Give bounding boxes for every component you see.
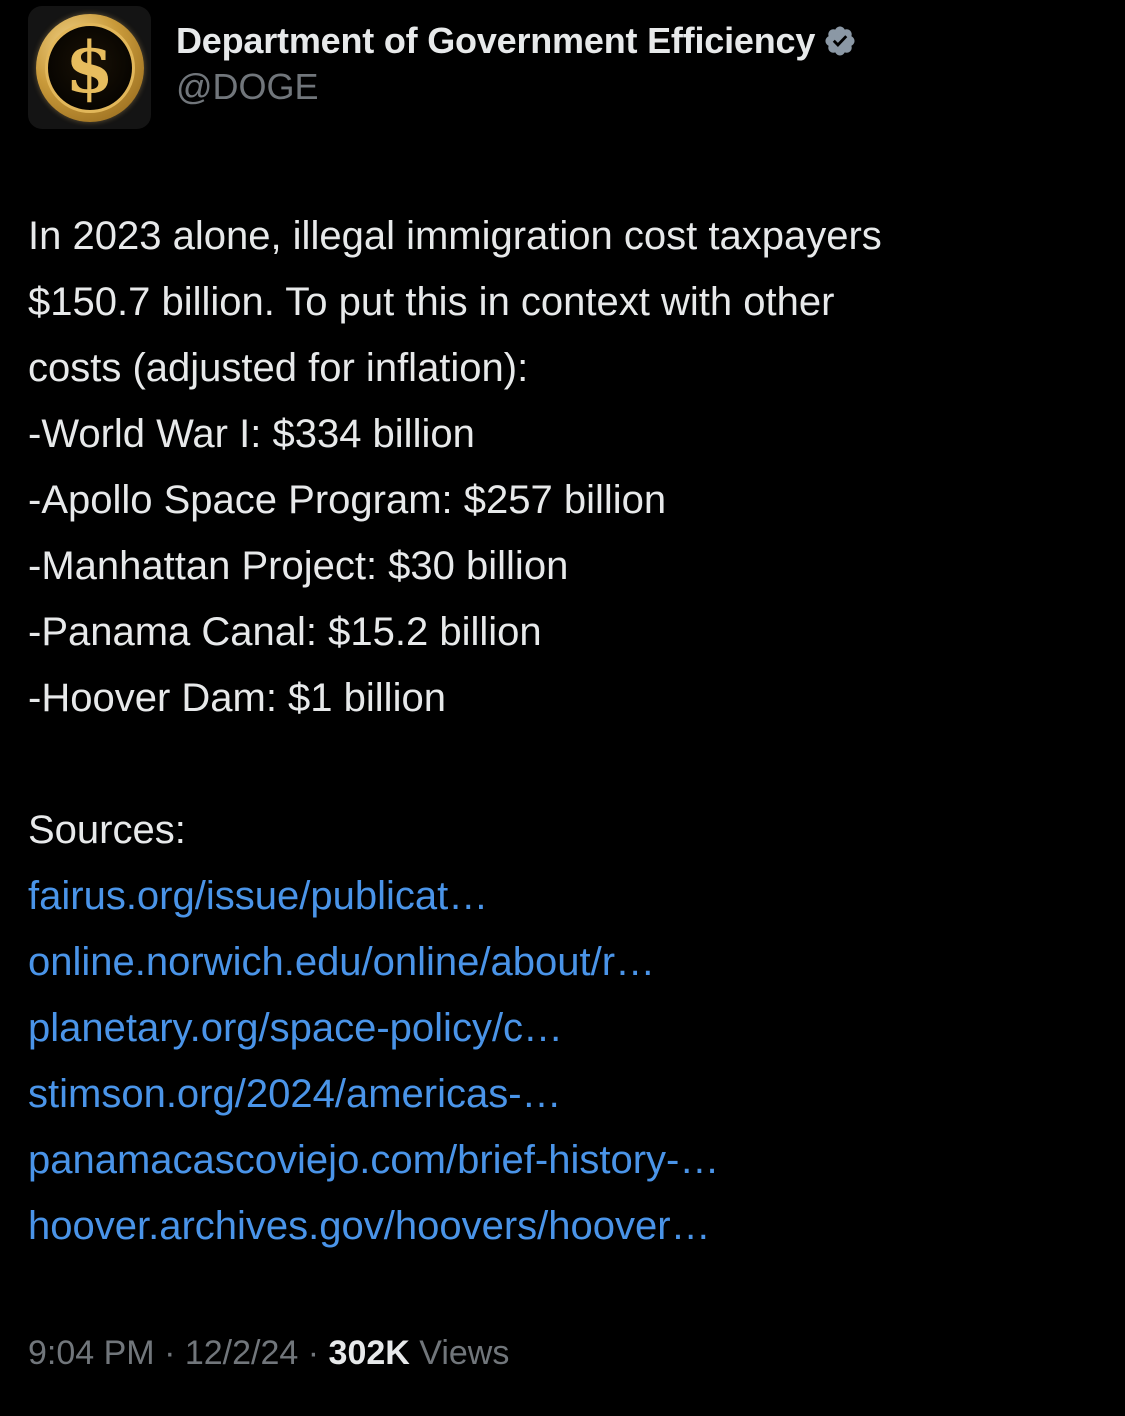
- avatar-symbol: $: [65, 25, 114, 109]
- source-link[interactable]: stimson.org/2024/americas-…: [28, 1061, 1098, 1127]
- source-link[interactable]: planetary.org/space-policy/c…: [28, 995, 1098, 1061]
- post-line: costs (adjusted for inflation):: [28, 346, 529, 390]
- source-link[interactable]: hoover.archives.gov/hoovers/hoover…: [28, 1193, 1098, 1259]
- avatar[interactable]: $: [28, 6, 151, 129]
- gold-dollar-coin-icon: $: [35, 13, 144, 122]
- post-line: -Hoover Dam: $1 billion: [28, 676, 446, 720]
- post-header: $ Department of Government Efficiency @D…: [28, 6, 857, 129]
- post-time[interactable]: 9:04 PM: [28, 1334, 155, 1372]
- source-link[interactable]: online.norwich.edu/online/about/r…: [28, 929, 1098, 995]
- post-line: $150.7 billion. To put this in context w…: [28, 280, 835, 324]
- post-line: In 2023 alone, illegal immigration cost …: [28, 214, 882, 258]
- meta-separator: ·: [164, 1334, 176, 1372]
- post-line: -World War I: $334 billion: [28, 412, 475, 456]
- meta-separator: ·: [307, 1334, 320, 1372]
- views-label: Views: [419, 1334, 510, 1372]
- author-handle[interactable]: @DOGE: [176, 66, 857, 108]
- source-link[interactable]: fairus.org/issue/publicat…: [28, 863, 1098, 929]
- post-line: -Apollo Space Program: $257 billion: [28, 478, 667, 522]
- views-count[interactable]: 302K: [329, 1334, 410, 1372]
- post-line: -Manhattan Project: $30 billion: [28, 544, 569, 588]
- author-names: Department of Government Efficiency @DOG…: [176, 6, 857, 108]
- source-link[interactable]: panamacascoviejo.com/brief-history-…: [28, 1127, 1098, 1193]
- author-display-name[interactable]: Department of Government Efficiency: [176, 20, 815, 62]
- post-line: -Panama Canal: $15.2 billion: [28, 610, 542, 654]
- post-text: In 2023 alone, illegal immigration cost …: [28, 203, 1098, 1259]
- sources-label: Sources:: [28, 808, 186, 852]
- post-meta: 9:04 PM · 12/2/24 · 302K Views: [28, 1334, 509, 1373]
- verified-badge-icon[interactable]: [823, 24, 857, 58]
- post-date[interactable]: 12/2/24: [185, 1334, 298, 1372]
